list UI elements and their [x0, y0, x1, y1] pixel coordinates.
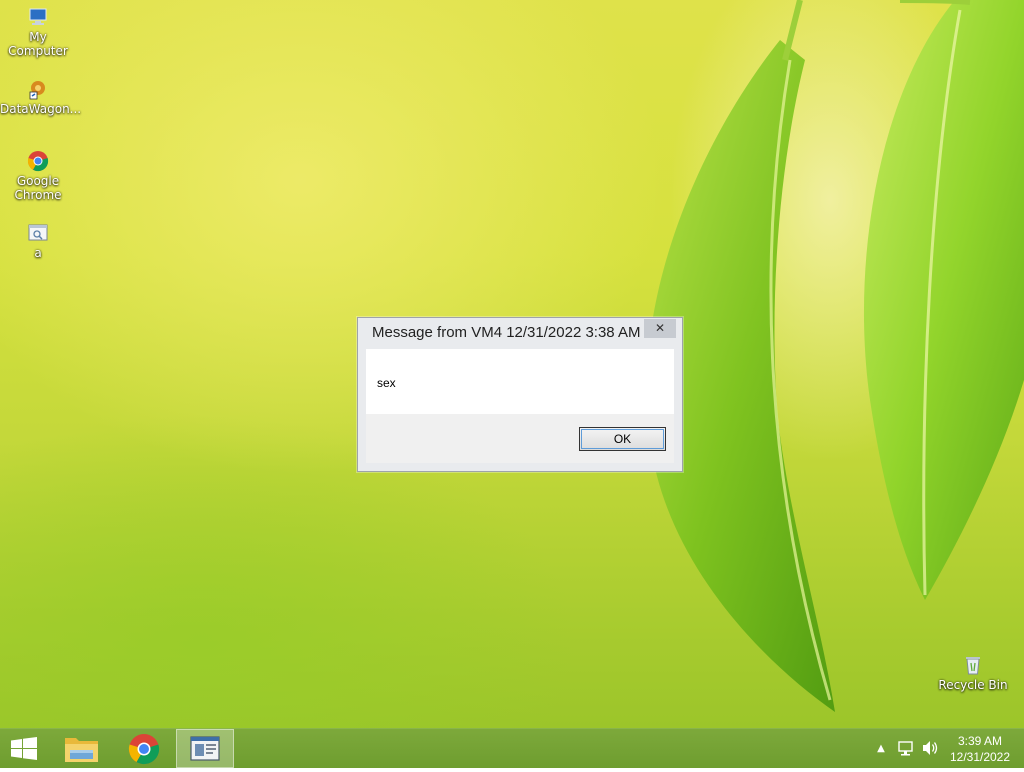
dialog-footer: OK — [366, 414, 674, 463]
dialog-title: Message from VM4 12/31/2022 3:38 AM — [372, 324, 641, 341]
dialog-message: sex — [377, 376, 396, 390]
desktop: My Computer DataWagon... Google Chrome a… — [0, 0, 1024, 728]
tray-network[interactable] — [896, 729, 916, 768]
start-button[interactable] — [0, 729, 48, 768]
close-icon: ✕ — [654, 321, 666, 335]
desktop-icon-a[interactable]: a — [0, 222, 76, 260]
taskbar-clock[interactable]: 3:39 AM 12/31/2022 — [944, 733, 1016, 765]
taskbar: ▲ 3:39 AM 12/31/2022 — [0, 728, 1024, 768]
desktop-icon-label: DataWagon... — [0, 102, 82, 116]
tray-volume[interactable] — [920, 729, 940, 768]
speaker-icon — [923, 741, 938, 755]
folder-icon — [65, 738, 98, 762]
windows-logo-icon — [11, 737, 37, 760]
dialog-content: sex — [366, 349, 674, 414]
desktop-icon-label: a — [34, 246, 42, 260]
clock-time: 3:39 AM — [957, 734, 1003, 748]
desktop-icon-my-computer[interactable]: My Computer — [0, 6, 76, 58]
ok-button[interactable]: OK — [579, 427, 666, 451]
taskbar-message-window[interactable] — [176, 729, 234, 768]
taskbar-google-chrome[interactable] — [116, 729, 172, 768]
chrome-icon — [27, 150, 49, 172]
tray-overflow-chevron[interactable]: ▲ — [872, 729, 890, 768]
desktop-icon-label: Google Chrome — [14, 174, 62, 202]
desktop-icon-recycle-bin[interactable]: Recycle Bin — [935, 654, 1011, 692]
computer-icon — [27, 6, 49, 28]
datawagon-icon — [27, 78, 49, 100]
desktop-icon-label: Recycle Bin — [938, 678, 1008, 692]
desktop-icon-google-chrome[interactable]: Google Chrome — [0, 150, 76, 202]
desktop-icon-datawagon[interactable]: DataWagon... — [0, 78, 82, 116]
desktop-icon-label: My Computer — [8, 30, 68, 58]
close-button[interactable]: ✕ — [644, 319, 676, 338]
network-icon — [898, 741, 913, 756]
taskbar-file-explorer[interactable] — [54, 729, 110, 768]
window-icon — [190, 736, 220, 761]
chrome-icon — [128, 734, 160, 765]
clock-date: 12/31/2022 — [949, 750, 1011, 764]
recycle-bin-icon — [962, 654, 984, 676]
message-dialog: Message from VM4 12/31/2022 3:38 AM ✕ se… — [357, 317, 683, 472]
dialog-titlebar[interactable]: Message from VM4 12/31/2022 3:38 AM ✕ — [358, 318, 682, 348]
document-icon — [27, 222, 49, 244]
